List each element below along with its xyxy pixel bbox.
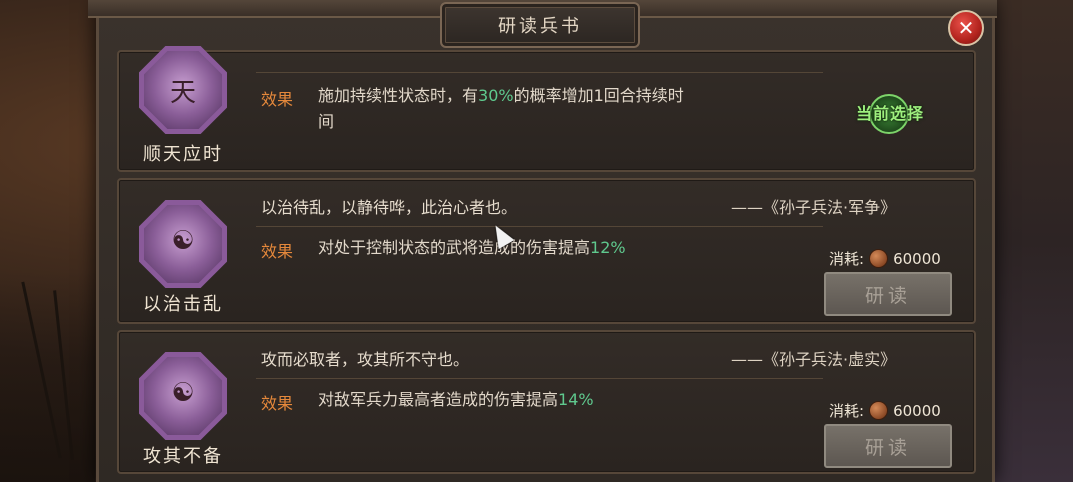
skill-emblem-glyph: ☯ (171, 378, 195, 408)
skill-name: 攻其不备 (143, 446, 223, 467)
effect-value-highlight: 12% (590, 238, 626, 257)
skill-emblem-icon: ☯ (139, 200, 227, 288)
current-selection-badge: 当前选择 (843, 92, 937, 134)
effect-text: 对处于控制状态的武将造成的伤害提高12% (318, 235, 798, 261)
skill-quote: 攻而必取者，攻其所不守也。 (261, 350, 470, 369)
effect-value-highlight: 14% (558, 390, 594, 409)
copper-coin-icon (869, 249, 889, 268)
study-button[interactable]: 研读 (824, 424, 952, 468)
cost-value: 60000 (893, 249, 941, 268)
close-icon: ✕ (957, 16, 975, 40)
effect-text-prefix: 施加持续性状态时，有 (318, 86, 479, 105)
study-button[interactable]: 研读 (824, 272, 952, 316)
effect-label: 效果 (261, 90, 294, 109)
close-button[interactable]: ✕ (948, 10, 984, 46)
skill-emblem-glyph: 天 (169, 78, 196, 108)
cost-value: 60000 (893, 401, 941, 420)
background-brushes (0, 270, 95, 482)
skill-quote-source: ——《孙子兵法·军争》 (731, 198, 897, 217)
divider (256, 226, 823, 227)
skill-name: 顺天应时 (143, 144, 223, 165)
divider (256, 72, 823, 73)
copper-coin-icon (869, 401, 889, 420)
background-character (983, 0, 1073, 482)
skill-card-2[interactable]: ☯ 以治击乱 以治待乱，以静待哗，此治心者也。 ——《孙子兵法·军争》 效果 对… (117, 178, 976, 324)
dialog-title-plate: 研读兵书 (440, 2, 640, 48)
cost-label: 消耗: (829, 402, 865, 420)
skill-emblem-glyph: ☯ (171, 226, 195, 256)
effect-value-highlight: 30% (478, 86, 514, 105)
effect-text-prefix: 对处于控制状态的武将造成的伤害提高 (318, 238, 591, 257)
skill-quote: 以治待乱，以静待哗，此治心者也。 (261, 198, 518, 217)
effect-text: 对敌军兵力最高者造成的伤害提高14% (318, 387, 798, 413)
effect-text-prefix: 对敌军兵力最高者造成的伤害提高 (318, 390, 559, 409)
cost-display: 消耗: 60000 (829, 248, 941, 269)
effect-text: 施加持续性状态时，有30%的概率增加1回合持续时 间 (318, 83, 818, 135)
effect-text-suffix-line2: 间 (318, 112, 335, 131)
skill-card-3[interactable]: ☯ 攻其不备 攻而必取者，攻其所不守也。 ——《孙子兵法·虚实》 效果 对敌军兵… (117, 330, 976, 474)
skill-emblem-icon: ☯ (139, 352, 227, 440)
current-selection-label: 当前选择 (855, 104, 924, 123)
effect-text-suffix: 的概率增加1回合持续时 (513, 86, 684, 105)
effect-label: 效果 (261, 394, 294, 413)
skill-emblem-icon: 天 (139, 46, 227, 134)
dialog-title: 研读兵书 (498, 16, 582, 37)
divider (256, 378, 823, 379)
skill-name: 以治击乱 (143, 294, 223, 315)
effect-label: 效果 (261, 242, 294, 261)
skill-quote-source: ——《孙子兵法·虚实》 (731, 350, 897, 369)
cost-display: 消耗: 60000 (829, 400, 941, 421)
cost-label: 消耗: (829, 250, 865, 268)
